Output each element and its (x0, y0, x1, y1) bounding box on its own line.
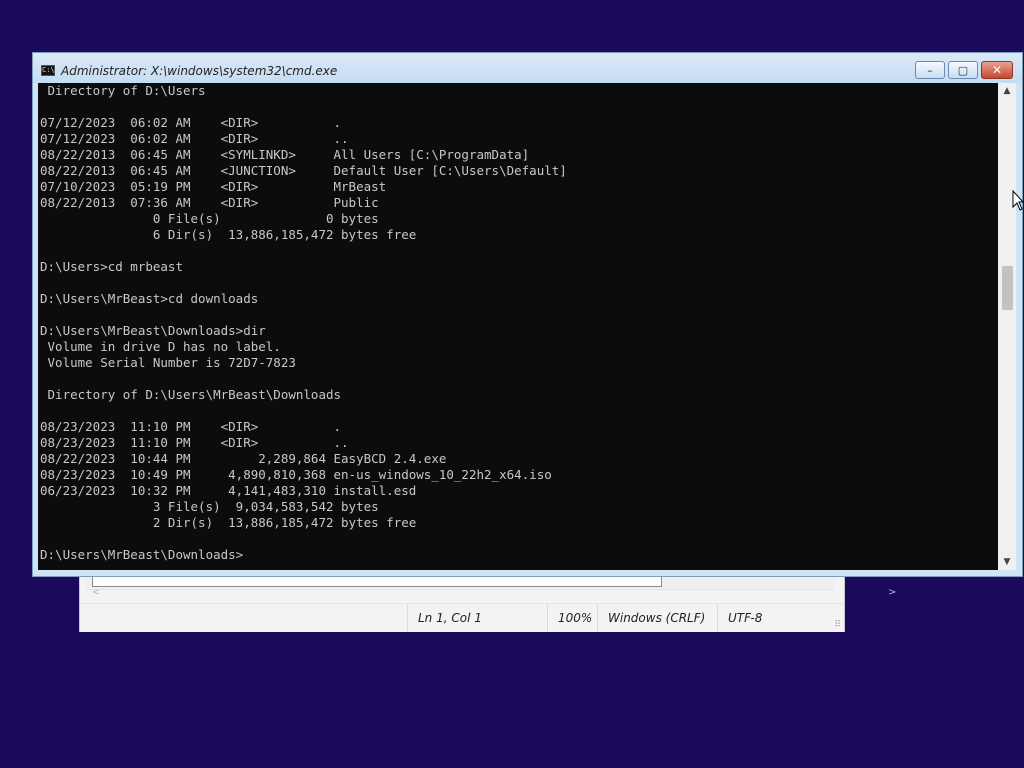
scroll-left-icon[interactable]: < (92, 587, 100, 598)
console-line: 08/22/2013 06:45 AM <JUNCTION> Default U… (40, 163, 567, 178)
console-line: 07/12/2023 06:02 AM <DIR> . (40, 115, 342, 130)
console-line: 0 File(s) 0 bytes (40, 211, 379, 226)
scroll-right-icon[interactable]: > (888, 587, 896, 598)
close-icon: ✕ (991, 63, 1003, 77)
console-line: 08/23/2023 11:10 PM <DIR> .. (40, 435, 349, 450)
status-line-ending: Windows (CRLF) (597, 604, 717, 632)
mouse-cursor-icon (1012, 190, 1024, 211)
notepad-scroll-thumb[interactable] (92, 577, 662, 587)
scroll-up-icon[interactable]: ▲ (998, 83, 1016, 99)
status-cursor-position: Ln 1, Col 1 (407, 604, 547, 632)
console-line: 3 File(s) 9,034,583,542 bytes (40, 499, 379, 514)
status-zoom: 100% (547, 604, 597, 632)
console-line: D:\Users\MrBeast>cd downloads (40, 291, 259, 306)
minimize-button[interactable]: – (915, 61, 945, 79)
window-title: Administrator: X:\windows\system32\cmd.e… (61, 64, 338, 78)
console-line: 08/22/2013 07:36 AM <DIR> Public (40, 195, 379, 210)
console-text: Directory of D:\Users 07/12/2023 06:02 A… (38, 83, 998, 563)
console-output[interactable]: Directory of D:\Users 07/12/2023 06:02 A… (38, 83, 998, 570)
console-line: D:\Users\MrBeast\Downloads> (40, 547, 244, 562)
scroll-down-icon[interactable]: ▼ (998, 554, 1016, 570)
maximize-icon: ▢ (957, 63, 969, 77)
console-line: 6 Dir(s) 13,886,185,472 bytes free (40, 227, 417, 242)
console-line: 08/22/2013 06:45 AM <SYMLINKD> All Users… (40, 147, 530, 162)
console-line: 2 Dir(s) 13,886,185,472 bytes free (40, 515, 417, 530)
console-line: Volume Serial Number is 72D7-7823 (40, 355, 296, 370)
notepad-horizontal-scrollbar[interactable] (86, 577, 834, 590)
console-line: Volume in drive D has no label. (40, 339, 281, 354)
maximize-button[interactable]: ▢ (948, 61, 978, 79)
cmd-title-bar[interactable]: C:\ Administrator: X:\windows\system32\c… (33, 53, 1022, 83)
console-line: 06/23/2023 10:32 PM 4,141,483,310 instal… (40, 483, 417, 498)
scrollbar-thumb[interactable] (1002, 266, 1013, 310)
console-line: Directory of D:\Users\MrBeast\Downloads (40, 387, 342, 402)
cmd-app-icon[interactable]: C:\ (41, 65, 55, 76)
minimize-icon: – (927, 63, 933, 77)
console-line: 08/22/2023 10:44 PM 2,289,864 EasyBCD 2.… (40, 451, 447, 466)
resize-grip-icon[interactable]: ⠿ (834, 620, 841, 630)
console-line: 07/12/2023 06:02 AM <DIR> .. (40, 131, 349, 146)
console-line: D:\Users>cd mrbeast (40, 259, 183, 274)
console-line: 08/23/2023 11:10 PM <DIR> . (40, 419, 342, 434)
console-line: D:\Users\MrBeast\Downloads>dir (40, 323, 266, 338)
notepad-status-bar: Ln 1, Col 1 100% Windows (CRLF) UTF-8 ⠿ (80, 603, 844, 632)
console-line: 08/23/2023 10:49 PM 4,890,810,368 en-us_… (40, 467, 552, 482)
close-button[interactable]: ✕ (981, 61, 1013, 79)
notepad-window[interactable]: < > Ln 1, Col 1 100% Windows (CRLF) UTF-… (79, 576, 896, 632)
vertical-scrollbar[interactable]: ▲ ▼ (998, 83, 1016, 570)
console-line: 07/10/2023 05:19 PM <DIR> MrBeast (40, 179, 387, 194)
status-encoding: UTF-8 (717, 604, 827, 632)
console-line: Directory of D:\Users (40, 83, 206, 98)
cmd-window[interactable]: C:\ Administrator: X:\windows\system32\c… (32, 52, 1023, 577)
